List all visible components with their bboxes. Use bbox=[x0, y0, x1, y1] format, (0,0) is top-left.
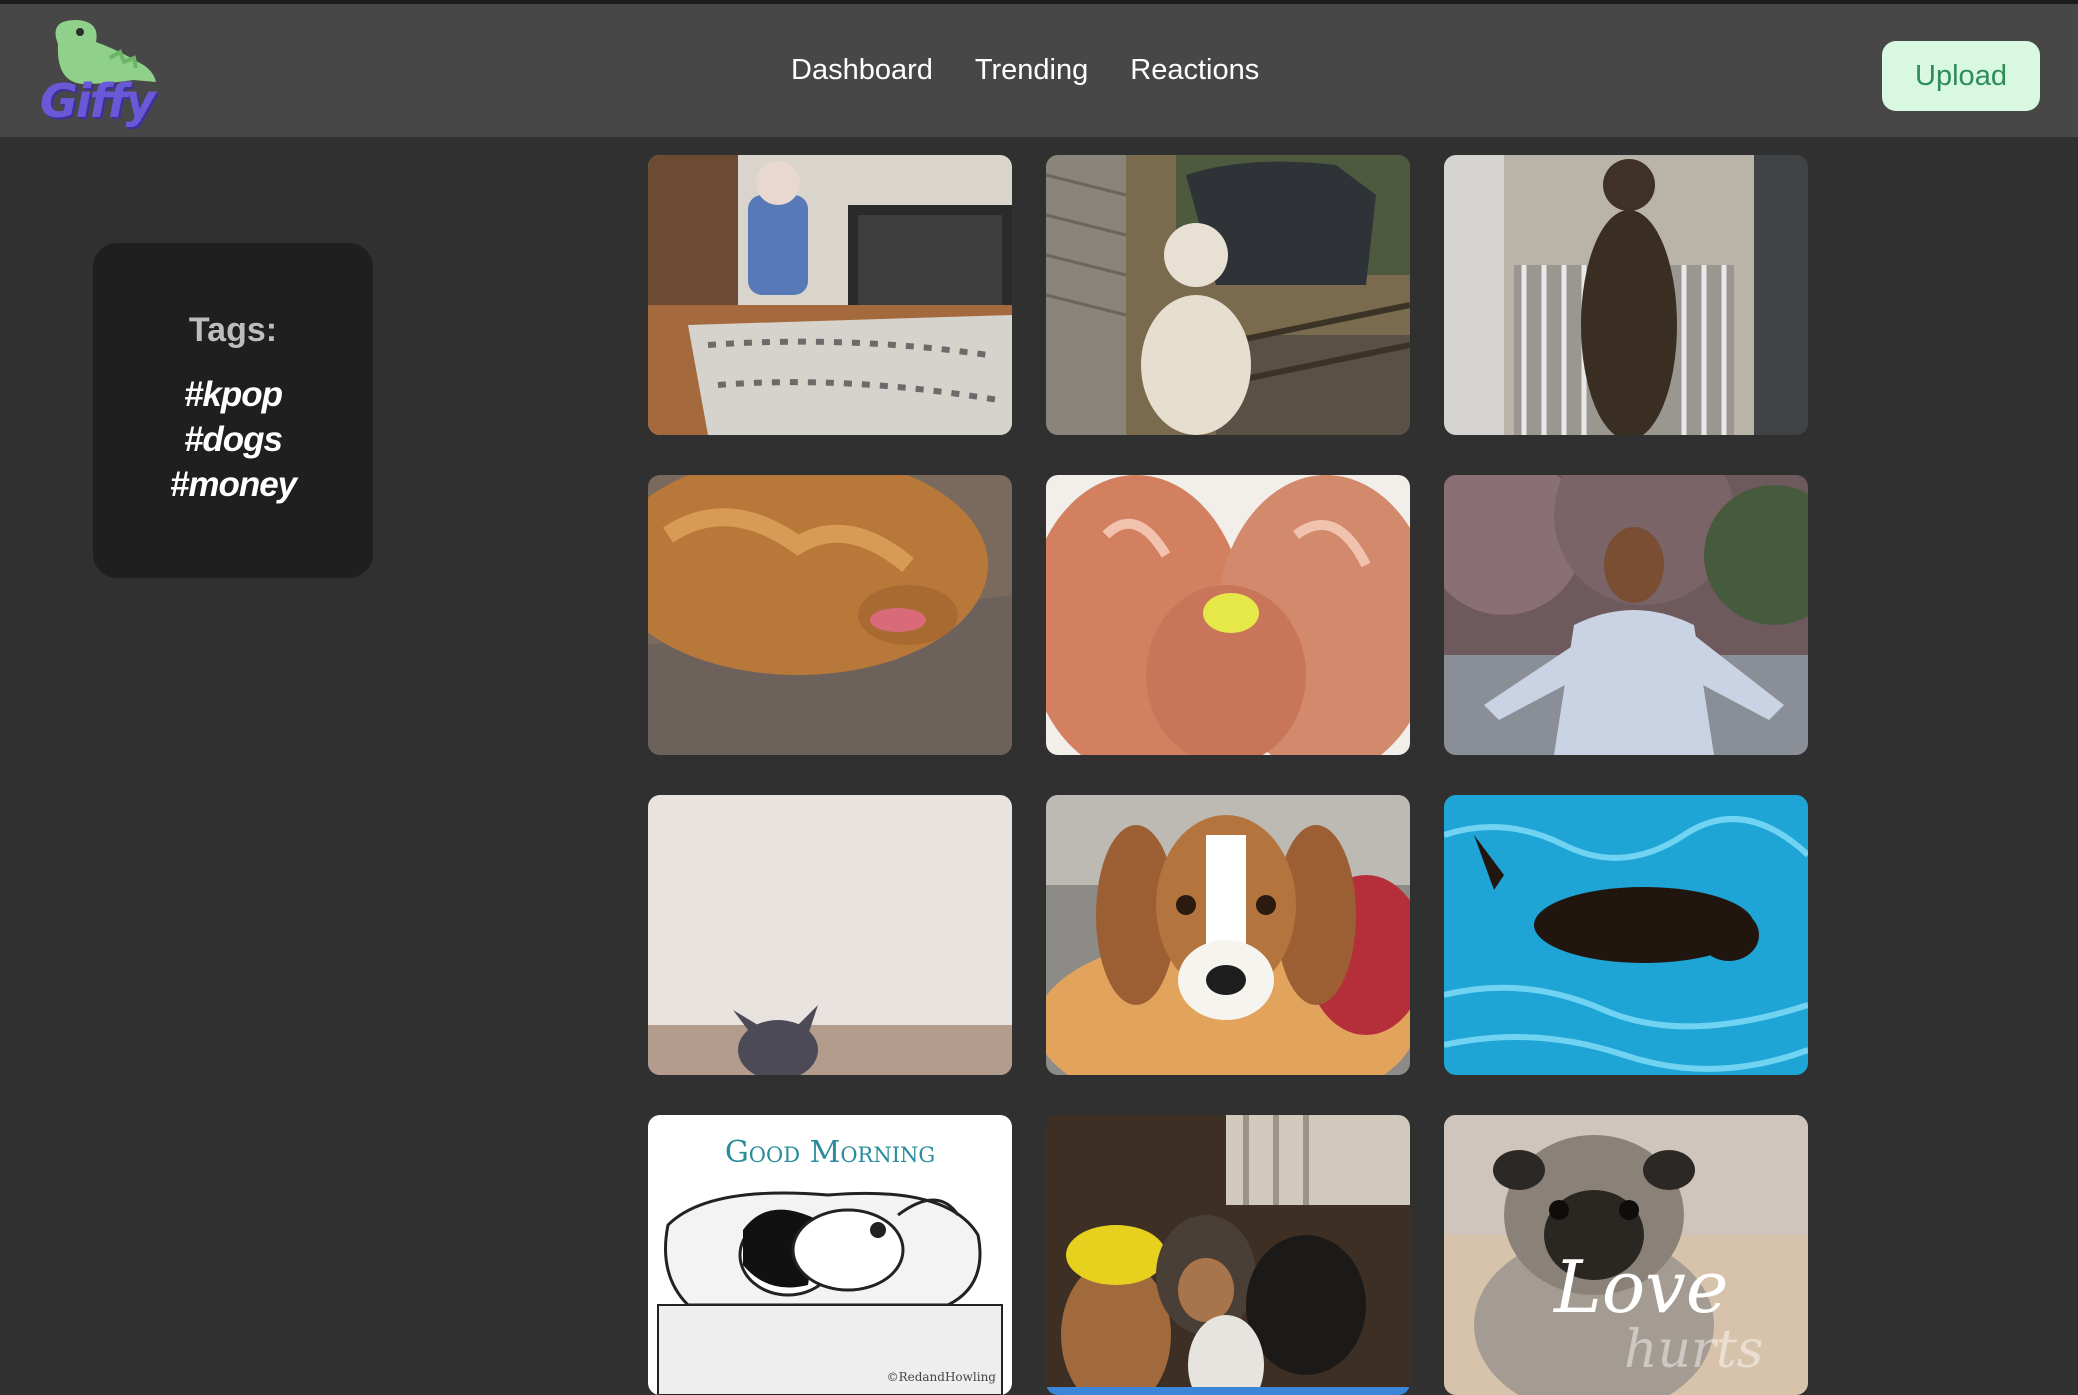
nav-reactions[interactable]: Reactions bbox=[1130, 54, 1259, 87]
giffy-logo[interactable]: Giffy bbox=[38, 14, 158, 136]
gif-caption-good-morning: Good Morning bbox=[724, 1135, 936, 1170]
gif-image bbox=[648, 475, 1012, 755]
gif-image bbox=[1046, 155, 1410, 435]
gif-card-beagle-blanket[interactable] bbox=[1046, 795, 1410, 1075]
tag-kpop[interactable]: #kpop bbox=[93, 372, 373, 417]
upload-button[interactable]: Upload bbox=[1882, 41, 2040, 111]
tags-title: Tags: bbox=[188, 311, 278, 349]
main-nav: Dashboard Trending Reactions bbox=[791, 54, 1259, 87]
gif-credit: ©RedandHowling bbox=[886, 1370, 996, 1384]
gif-caption-love: Love bbox=[1554, 1245, 1729, 1329]
gif-image bbox=[648, 795, 1012, 1075]
gif-image bbox=[1046, 475, 1410, 755]
tag-dogs[interactable]: #dogs bbox=[93, 417, 373, 462]
gif-caption-hurts: hurts bbox=[1624, 1320, 1764, 1380]
gif-card-good-morning[interactable]: Good Morning ©RedandHowling bbox=[648, 1115, 1012, 1395]
gif-image bbox=[1046, 1115, 1410, 1395]
gif-card-dog-costume[interactable] bbox=[648, 155, 1012, 435]
gif-card-dog-jumping[interactable] bbox=[648, 795, 1012, 1075]
gif-image bbox=[1444, 475, 1808, 755]
gif-image bbox=[1046, 795, 1410, 1075]
gif-card-dogs-hoods[interactable] bbox=[1046, 1115, 1410, 1395]
nav-dashboard[interactable]: Dashboard bbox=[791, 54, 933, 87]
logo-wordmark: Giffy bbox=[40, 74, 156, 128]
gif-card-dog-gate[interactable] bbox=[1444, 155, 1808, 435]
tag-money[interactable]: #money bbox=[93, 462, 373, 507]
gif-card-golden-couch[interactable] bbox=[648, 475, 1012, 755]
gif-card-man-pointing[interactable] bbox=[1444, 475, 1808, 755]
tags-list: #kpop #dogs #money bbox=[93, 372, 373, 507]
gif-card-goldens-ball[interactable] bbox=[1046, 475, 1410, 755]
gif-image bbox=[1444, 155, 1808, 435]
gif-image bbox=[1444, 795, 1808, 1075]
gif-grid: Good Morning ©RedandHowling Love hurts bbox=[648, 155, 1808, 1395]
top-navbar: Giffy Dashboard Trending Reactions Uploa… bbox=[0, 4, 2078, 137]
gif-card-lab-porch[interactable] bbox=[1046, 155, 1410, 435]
nav-trending[interactable]: Trending bbox=[975, 54, 1088, 87]
gif-card-pug-love-hurts[interactable]: Love hurts bbox=[1444, 1115, 1808, 1395]
gif-card-dog-swimming[interactable] bbox=[1444, 795, 1808, 1075]
gif-image bbox=[648, 155, 1012, 435]
tags-panel: Tags: #kpop #dogs #money bbox=[93, 243, 373, 578]
